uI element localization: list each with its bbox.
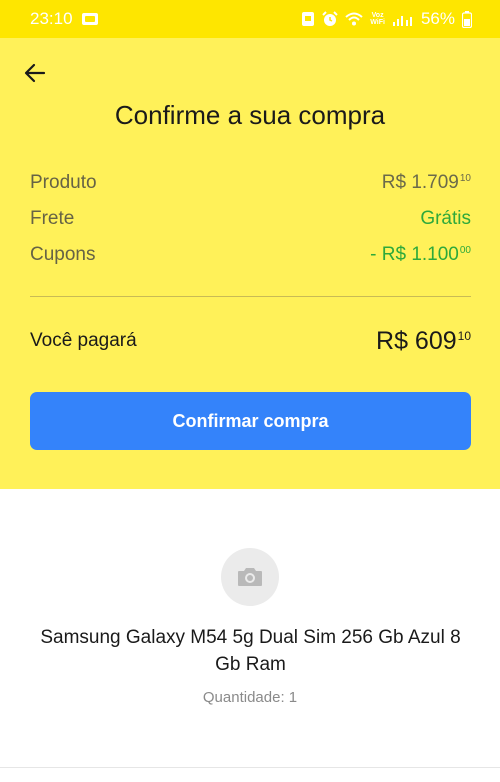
app-notification-icon — [81, 11, 99, 27]
total-amount-cents: 10 — [457, 328, 471, 343]
battery-icon — [462, 10, 472, 28]
summary-divider — [30, 296, 471, 297]
total-row: Você pagará R$ 609 10 — [30, 323, 471, 359]
total-amount: R$ 609 10 — [376, 327, 471, 356]
shipping-value: Grátis — [420, 208, 471, 229]
product-image-placeholder — [221, 548, 279, 606]
shipping-row: Frete Grátis — [30, 205, 471, 233]
product-name: Samsung Galaxy M54 5g Dual Sim 256 Gb Az… — [40, 627, 461, 675]
product-section: Samsung Galaxy M54 5g Dual Sim 256 Gb Az… — [0, 489, 500, 782]
coupons-discount-cents: 00 — [459, 245, 471, 256]
product-price-row: Produto R$ 1.709 10 — [30, 169, 471, 197]
product-price-cents: 10 — [459, 173, 471, 184]
coupons-label: Cupons — [30, 244, 96, 265]
alarm-icon — [322, 11, 338, 27]
product-quantity: Quantidade: 1 — [202, 689, 298, 706]
status-time: 23:10 — [30, 9, 73, 28]
product-price: R$ 1.709 10 — [382, 172, 471, 194]
arrow-left-icon — [24, 63, 46, 83]
wifi-icon — [345, 12, 363, 26]
bottom-divider — [0, 767, 500, 768]
screenshot-icon — [301, 11, 315, 27]
status-bar: 23:10 Voz WiFi 56% — [0, 0, 500, 38]
voz-wifi-label: Voz WiFi — [370, 12, 385, 26]
voz-label: Voz — [371, 12, 384, 19]
back-button[interactable] — [22, 60, 48, 86]
confirm-purchase-button[interactable]: Confirmar compra — [30, 392, 471, 450]
purchase-summary: Confirme a sua compra Produto R$ 1.709 10… — [0, 38, 500, 489]
signal-icon — [392, 12, 414, 26]
coupons-discount: - R$ 1.100 00 — [370, 244, 471, 266]
coupons-row: Cupons - R$ 1.100 00 — [30, 241, 471, 269]
coupons-discount-value: - R$ 1.100 — [370, 244, 459, 265]
camera-icon — [238, 568, 262, 586]
shipping-label: Frete — [30, 208, 75, 229]
page-title: Confirme a sua compra — [114, 100, 386, 130]
product-price-value: R$ 1.709 — [381, 172, 459, 193]
wifi-label: WiFi — [370, 19, 385, 26]
total-label: Você pagará — [30, 330, 137, 351]
battery-level: 56% — [420, 9, 455, 28]
total-amount-value: R$ 609 — [376, 326, 457, 355]
product-label: Produto — [30, 172, 97, 193]
